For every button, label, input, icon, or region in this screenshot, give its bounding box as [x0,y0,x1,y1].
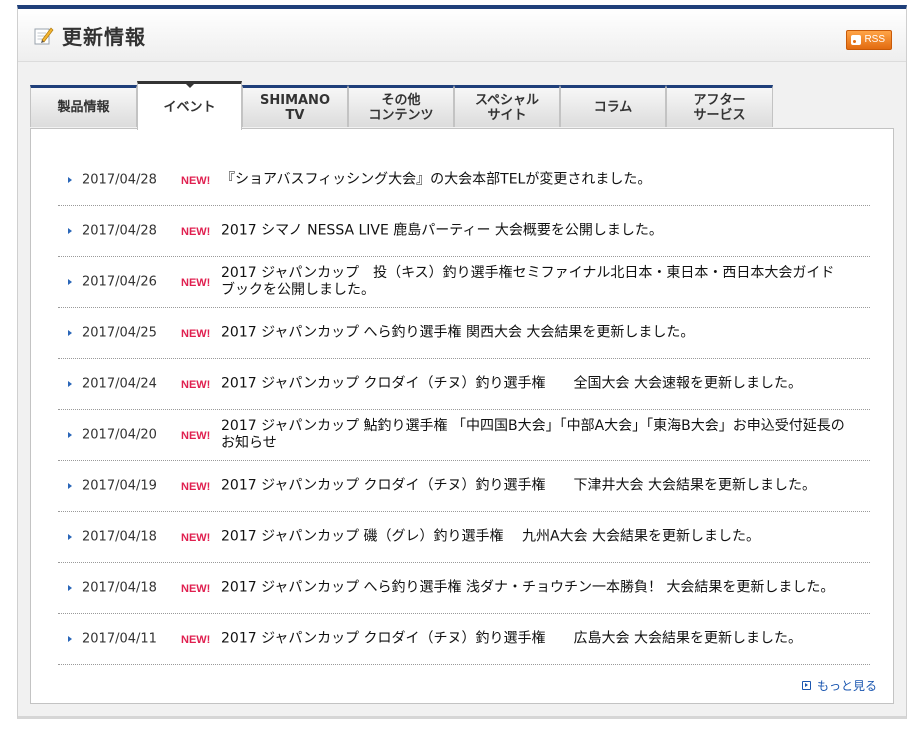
new-badge: NEW! [181,481,211,494]
news-link[interactable]: 2017 ジャパンカップ 磯（グレ）釣り選手権 九州A大会 大会結果を更新しまし… [221,529,848,546]
arrow-box-icon [801,681,811,690]
news-item[interactable]: 2017/04/18 NEW! 2017 ジャパンカップ へら釣り選手権 浅ダナ… [58,563,870,614]
new-badge: NEW! [181,532,211,545]
news-item[interactable]: 2017/04/28 NEW! 2017 シマノ NESSA LIVE 鹿島パー… [58,206,870,257]
new-badge: NEW! [181,634,211,647]
news-item[interactable]: 2017/04/25 NEW! 2017 ジャパンカップ へら釣り選手権 関西大… [58,308,870,359]
news-item[interactable]: 2017/04/11 NEW! 2017 ジャパンカップ クロダイ（チヌ）釣り選… [58,614,870,665]
news-link[interactable]: 2017 ジャパンカップ クロダイ（チヌ）釣り選手権 下津井大会 大会結果を更新… [221,478,848,495]
rss-button[interactable]: RSS [846,30,892,50]
tab-products[interactable]: 製品情報 [30,85,137,127]
news-link[interactable]: 2017 シマノ NESSA LIVE 鹿島パーティー 大会概要を公開しました。 [221,223,848,240]
news-date: 2017/04/28 [82,172,157,188]
more-link[interactable]: もっと見る [801,677,877,694]
updates-module: 更新情報 RSS 製品情報 イベント SHIMANO TV その他 コンテンツ … [17,5,907,719]
tab-label: その他 コンテンツ [368,92,434,123]
news-item[interactable]: 2017/04/18 NEW! 2017 ジャパンカップ 磯（グレ）釣り選手権 … [58,512,870,563]
rss-label: RSS [864,34,885,45]
new-badge: NEW! [181,328,211,341]
news-date: 2017/04/11 [82,631,157,647]
news-link[interactable]: 2017 ジャパンカップ へら釣り選手権 関西大会 大会結果を更新しました。 [221,325,848,342]
news-date: 2017/04/25 [82,325,157,341]
news-link[interactable]: 2017 ジャパンカップ へら釣り選手権 浅ダナ・チョウチン一本勝負！ 大会結果… [221,580,848,597]
news-date: 2017/04/20 [82,427,157,443]
arrow-right-icon [68,636,72,642]
news-list: 2017/04/28 NEW! 『ショアバスフィッシング大会』の大会本部TELが… [58,155,870,665]
tab-label: コラム [593,100,633,115]
news-date: 2017/04/24 [82,376,157,392]
news-item[interactable]: 2017/04/20 NEW! 2017 ジャパンカップ 鮎釣り選手権 「中四国… [58,410,870,461]
arrow-right-icon [68,228,72,234]
news-link[interactable]: 2017 ジャパンカップ クロダイ（チヌ）釣り選手権 広島大会 大会結果を更新し… [221,631,848,648]
new-badge: NEW! [181,379,211,392]
news-item[interactable]: 2017/04/24 NEW! 2017 ジャパンカップ クロダイ（チヌ）釣り選… [58,359,870,410]
tab-label: 製品情報 [57,100,110,115]
memo-pencil-icon [34,27,54,45]
more-label: もっと見る [816,679,877,693]
arrow-right-icon [68,279,72,285]
tab-label: SHIMANO TV [259,92,330,123]
arrow-right-icon [68,177,72,183]
arrow-right-icon [68,483,72,489]
arrow-right-icon [68,534,72,540]
module-title: 更新情報 [62,25,146,49]
news-date: 2017/04/18 [82,529,157,545]
news-item[interactable]: 2017/04/28 NEW! 『ショアバスフィッシング大会』の大会本部TELが… [58,155,870,206]
category-tabs: 製品情報 イベント SHIMANO TV その他 コンテンツ スペシャル サイト… [30,81,773,130]
news-item[interactable]: 2017/04/26 NEW! 2017 ジャパンカップ 投（キス）釣り選手権セ… [58,257,870,308]
tab-label: スペシャル サイト [474,92,540,123]
tab-events[interactable]: イベント [137,81,242,130]
module-header: 更新情報 RSS [18,9,906,62]
tab-label: イベント [163,99,216,115]
new-badge: NEW! [181,430,211,443]
news-item[interactable]: 2017/04/19 NEW! 2017 ジャパンカップ クロダイ（チヌ）釣り選… [58,461,870,512]
arrow-right-icon [68,381,72,387]
tab-special-site[interactable]: スペシャル サイト [454,85,560,127]
news-date: 2017/04/26 [82,274,157,290]
new-badge: NEW! [181,277,211,290]
news-date: 2017/04/28 [82,223,157,239]
news-date: 2017/04/18 [82,580,157,596]
arrow-right-icon [68,432,72,438]
new-badge: NEW! [181,226,211,239]
news-link[interactable]: 2017 ジャパンカップ クロダイ（チヌ）釣り選手権 全国大会 大会速報を更新し… [221,376,848,393]
tab-after-service[interactable]: アフター サービス [666,85,773,127]
tab-column[interactable]: コラム [560,85,666,127]
arrow-right-icon [68,330,72,336]
new-badge: NEW! [181,175,211,188]
news-link[interactable]: 『ショアバスフィッシング大会』の大会本部TELが変更されました。 [221,172,848,189]
arrow-right-icon [68,585,72,591]
tab-shimano-tv[interactable]: SHIMANO TV [242,85,348,127]
news-link[interactable]: 2017 ジャパンカップ 投（キス）釣り選手権セミファイナル北日本・東日本・西日… [221,265,848,299]
tab-label: アフター サービス [693,92,746,123]
news-link[interactable]: 2017 ジャパンカップ 鮎釣り選手権 「中四国B大会」「中部A大会」「東海B大… [221,418,848,452]
news-date: 2017/04/19 [82,478,157,494]
rss-icon [851,35,862,45]
tab-other-contents[interactable]: その他 コンテンツ [348,85,454,127]
news-panel: 2017/04/28 NEW! 『ショアバスフィッシング大会』の大会本部TELが… [30,128,894,704]
new-badge: NEW! [181,583,211,596]
